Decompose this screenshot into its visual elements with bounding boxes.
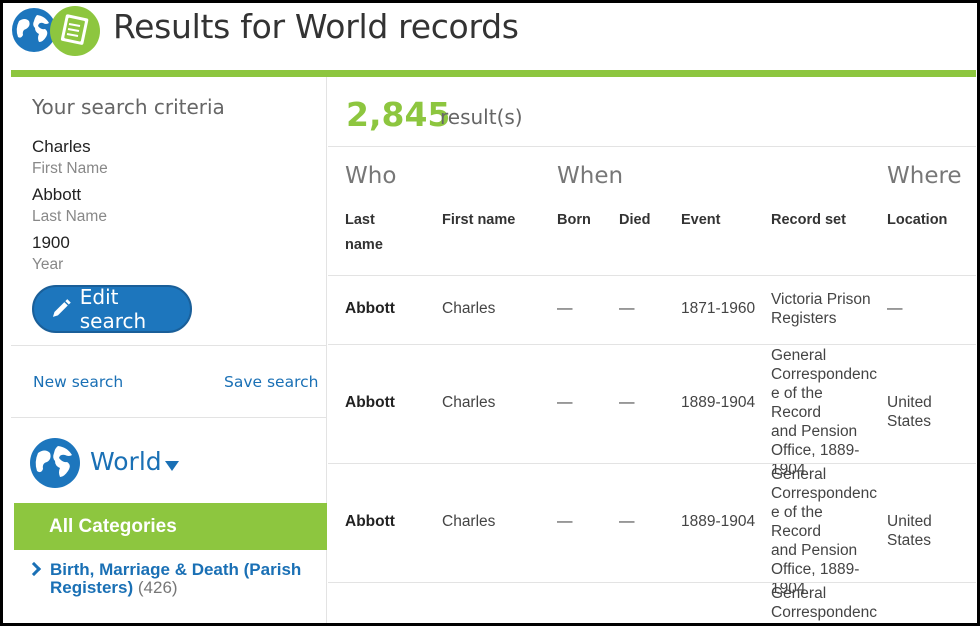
record-set-line: General: [771, 466, 827, 483]
record-set-line: Correspondenc: [771, 604, 877, 621]
record-set-line: e of the Record: [771, 385, 823, 421]
row-divider: [328, 582, 976, 583]
cell-record-set[interactable]: General Correspondenc e of the Record an…: [771, 465, 877, 598]
criteria-first-name-value: Charles: [32, 137, 91, 156]
column-header-location[interactable]: Location: [887, 208, 947, 233]
cell-record-set[interactable]: General Correspondenc: [771, 584, 877, 622]
criteria-title: Your search criteria: [32, 95, 225, 119]
results-panel: 2,845 result(s) Who When Where Last name…: [328, 77, 976, 623]
record-set-line: Correspondenc: [771, 485, 877, 502]
cell-event: 1871-1960: [681, 300, 756, 317]
cell-location: United States: [887, 513, 932, 549]
record-set-line: Office, 1889-: [771, 561, 860, 578]
record-set-line: Registers: [771, 310, 837, 327]
record-set-line: and Pension: [771, 542, 858, 559]
save-search-link[interactable]: Save search: [224, 373, 318, 391]
column-header-born[interactable]: Born: [557, 208, 591, 233]
column-header-last-name[interactable]: Last name: [345, 208, 405, 258]
results-divider: [328, 146, 976, 147]
criteria-last-name-value: Abbott: [32, 185, 82, 204]
caret-down-icon[interactable]: [165, 461, 179, 471]
page-title: Results for World records: [113, 7, 519, 46]
result-count: 2,845: [346, 95, 451, 134]
chevron-right-icon: [26, 561, 42, 577]
cell-record-set[interactable]: General Correspondenc e of the Record an…: [771, 346, 877, 479]
group-header-when: When: [557, 163, 624, 189]
cell-first-name: Charles: [442, 394, 496, 411]
cell-record-set[interactable]: Victoria Prison Registers: [771, 290, 876, 328]
cell-died: —: [619, 513, 635, 530]
cell-last-name: Abbott: [345, 300, 395, 317]
criteria-year-label: Year: [32, 256, 64, 273]
record-set-line: General: [771, 347, 827, 364]
header-accent-bar: [11, 70, 976, 77]
cell-location: United States: [887, 394, 932, 430]
cell-born: —: [557, 394, 573, 411]
world-globe-icon[interactable]: [29, 437, 81, 489]
group-header-who: Who: [345, 163, 397, 189]
world-dropdown-label[interactable]: World: [90, 447, 162, 476]
record-set-line: Victoria Prison: [771, 291, 871, 308]
group-header-where: Where: [887, 163, 962, 189]
record-set-line: General: [771, 585, 827, 602]
criteria-first-name-label: First Name: [32, 160, 108, 177]
cell-born: —: [557, 513, 573, 530]
cell-location: —: [887, 300, 903, 317]
cell-event: 1889-1904: [681, 513, 756, 530]
cell-first-name: Charles: [442, 513, 496, 530]
column-header-record-set[interactable]: Record set: [771, 208, 846, 233]
book-icon: [50, 6, 100, 56]
edit-search-label: Edit search: [79, 285, 147, 333]
column-header-died[interactable]: Died: [619, 208, 650, 233]
category-count: (426): [137, 578, 178, 597]
row-divider: [328, 463, 976, 464]
row-divider: [328, 344, 976, 345]
cell-died: —: [619, 300, 635, 317]
criteria-year-value: 1900: [32, 233, 70, 252]
criteria-last-name-label: Last Name: [32, 208, 107, 225]
record-set-line: and Pension: [771, 423, 858, 440]
cell-last-name: Abbott: [345, 394, 395, 411]
record-set-line: Office, 1889-: [771, 442, 860, 459]
record-set-line: Correspondenc: [771, 366, 877, 383]
cell-born: —: [557, 300, 573, 317]
column-header-first-name[interactable]: First name: [442, 208, 515, 233]
column-header-event[interactable]: Event: [681, 208, 721, 233]
record-set-line: e of the Record: [771, 504, 823, 540]
all-categories-item[interactable]: All Categories: [14, 503, 327, 550]
pencil-icon: [52, 299, 71, 317]
result-count-suffix: result(s): [440, 105, 523, 129]
cell-last-name: Abbott: [345, 513, 395, 530]
new-search-link[interactable]: New search: [33, 373, 123, 391]
page-frame: Results for World records Your search cr…: [0, 0, 980, 626]
cell-first-name: Charles: [442, 300, 496, 317]
cell-died: —: [619, 394, 635, 411]
table-header-divider: [328, 275, 976, 276]
cell-event: 1889-1904: [681, 394, 756, 411]
sidebar-divider: [11, 345, 327, 346]
sidebar-divider: [11, 417, 327, 418]
search-criteria-sidebar: Your search criteria Charles First Name …: [11, 77, 327, 623]
edit-search-button[interactable]: Edit search: [32, 285, 192, 333]
page-header: Results for World records: [11, 5, 976, 71]
